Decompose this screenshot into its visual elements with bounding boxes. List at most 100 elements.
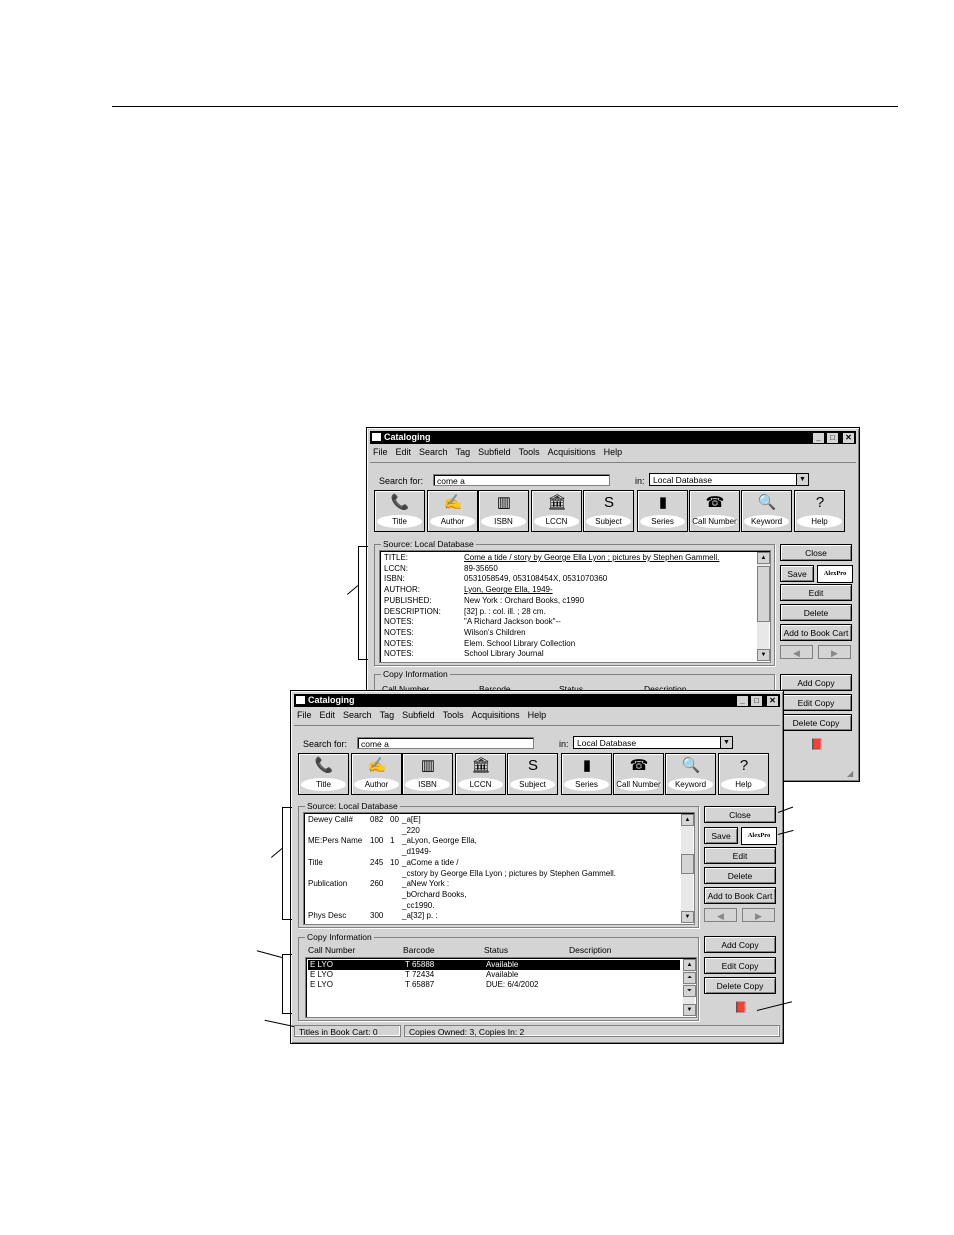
- record-display[interactable]: TITLE: Come a tide / story by George Ella…: [379, 550, 771, 663]
- scroll-down-icon[interactable]: ▼: [681, 911, 694, 923]
- delete-copy-button[interactable]: Delete Copy: [780, 714, 852, 731]
- title-bar[interactable]: Cataloging _ □ ✕: [370, 431, 856, 444]
- delete-button[interactable]: Delete: [704, 867, 776, 884]
- subject-search-button[interactable]: S Subject: [583, 490, 634, 532]
- record-key: NOTES:: [384, 638, 414, 648]
- title-search-button[interactable]: 📞 Title: [298, 753, 349, 795]
- menu-acquisitions[interactable]: Acquisitions: [472, 710, 520, 720]
- scroll-thumb[interactable]: [757, 566, 770, 622]
- chevron-down-icon[interactable]: ▼: [796, 474, 808, 485]
- help-button[interactable]: ? Help: [718, 753, 769, 795]
- scroll-down-icon[interactable]: ▼: [683, 1004, 696, 1016]
- previous-record-icon[interactable]: ◀: [704, 908, 737, 922]
- add-copy-button[interactable]: Add Copy: [780, 674, 852, 691]
- add-to-book-cart-button[interactable]: Add to Book Cart: [780, 624, 852, 641]
- close-icon[interactable]: ✕: [842, 432, 855, 444]
- menu-acquisitions[interactable]: Acquisitions: [548, 447, 596, 457]
- isbn-search-button[interactable]: ▥ ISBN: [402, 753, 453, 795]
- scroll-up-icon[interactable]: ▲: [757, 552, 770, 564]
- next-record-icon[interactable]: ▶: [818, 645, 851, 659]
- menu-subfield[interactable]: Subfield: [478, 447, 511, 457]
- series-search-button[interactable]: ▮ Series: [561, 753, 612, 795]
- close-button[interactable]: Close: [780, 544, 852, 561]
- menu-tag[interactable]: Tag: [456, 447, 471, 457]
- author-search-button[interactable]: ✍ Author: [351, 753, 402, 795]
- close-button[interactable]: Close: [704, 806, 776, 823]
- maximize-icon[interactable]: □: [826, 432, 839, 444]
- scroll-top-icon[interactable]: ⏶: [683, 972, 696, 984]
- keyword-search-button[interactable]: 🔍 Keyword: [665, 753, 716, 795]
- keyword-search-button[interactable]: 🔍 Keyword: [741, 490, 792, 532]
- marc-record-display[interactable]: Dewey Call# 082 00 _a[E] _220 ME:Pers Name 1…: [303, 812, 695, 925]
- scroll-down-icon[interactable]: ▼: [757, 649, 770, 661]
- menu-tools[interactable]: Tools: [519, 447, 540, 457]
- record-key: AUTHOR:: [384, 585, 420, 595]
- column-header-call-number[interactable]: Call Number: [308, 945, 355, 955]
- isbn-search-button[interactable]: ▥ ISBN: [478, 490, 529, 532]
- author-search-button[interactable]: ✍ Author: [427, 490, 478, 532]
- copy-row-selected[interactable]: E LYO T 65888 Available: [308, 960, 680, 970]
- call-number-search-button[interactable]: ☎ Call Number: [689, 490, 740, 532]
- close-icon[interactable]: ✕: [766, 695, 779, 707]
- scroll-thumb[interactable]: [681, 854, 694, 874]
- maximize-icon[interactable]: □: [750, 695, 763, 707]
- marc-scrollbar[interactable]: ▲ ▼: [681, 814, 694, 923]
- title-search-button[interactable]: 📞 Title: [374, 490, 425, 532]
- minimize-icon[interactable]: _: [736, 695, 749, 707]
- keyword-icon: 🔍: [757, 494, 777, 511]
- menu-help[interactable]: Help: [604, 447, 623, 457]
- copy-scrollbar[interactable]: ▲ ⏶ ⏷ ▼: [683, 959, 696, 1016]
- lccn-search-button[interactable]: 🏛 LCCN: [531, 490, 582, 532]
- next-record-icon[interactable]: ▶: [742, 908, 775, 922]
- record-key: NOTES:: [384, 617, 414, 627]
- book-cart-icon[interactable]: 📕: [810, 738, 824, 751]
- add-to-book-cart-button[interactable]: Add to Book Cart: [704, 887, 776, 904]
- search-input[interactable]: come a: [433, 474, 610, 486]
- chevron-down-icon[interactable]: ▼: [720, 737, 732, 748]
- menu-search[interactable]: Search: [419, 447, 448, 457]
- series-icon: ▮: [582, 757, 592, 774]
- menu-file[interactable]: File: [373, 447, 388, 457]
- database-select[interactable]: Local Database ▼: [573, 736, 733, 749]
- menu-edit[interactable]: Edit: [320, 710, 336, 720]
- edit-copy-button[interactable]: Edit Copy: [780, 694, 852, 711]
- lccn-search-button[interactable]: 🏛 LCCN: [455, 753, 506, 795]
- save-button[interactable]: Save: [780, 565, 814, 582]
- menu-edit[interactable]: Edit: [396, 447, 412, 457]
- record-scrollbar[interactable]: ▲ ▼: [757, 552, 770, 661]
- cataloging-window-front[interactable]: Cataloging _ □ ✕ File Edit Search Tag Su…: [290, 690, 784, 1044]
- edit-button[interactable]: Edit: [704, 847, 776, 864]
- subject-search-button[interactable]: S Subject: [507, 753, 558, 795]
- edit-copy-button[interactable]: Edit Copy: [704, 957, 776, 974]
- menu-tools[interactable]: Tools: [443, 710, 464, 720]
- minimize-icon[interactable]: _: [812, 432, 825, 444]
- delete-button[interactable]: Delete: [780, 604, 852, 621]
- scroll-up-icon[interactable]: ▲: [681, 814, 694, 826]
- column-header-status[interactable]: Status: [484, 945, 508, 955]
- record-link[interactable]: Lyon, George Ella, 1949-: [464, 585, 553, 595]
- menu-search[interactable]: Search: [343, 710, 372, 720]
- title-bar[interactable]: Cataloging _ □ ✕: [294, 694, 780, 707]
- delete-copy-button[interactable]: Delete Copy: [704, 977, 776, 994]
- edit-button[interactable]: Edit: [780, 584, 852, 601]
- record-link[interactable]: Come a tide / story by George Ella Lyon …: [464, 553, 719, 563]
- previous-record-icon[interactable]: ◀: [780, 645, 813, 659]
- add-copy-button[interactable]: Add Copy: [704, 936, 776, 953]
- scroll-up-icon[interactable]: ▲: [683, 959, 696, 971]
- column-header-barcode[interactable]: Barcode: [403, 945, 435, 955]
- resize-grip-icon[interactable]: ◢: [847, 769, 857, 779]
- menu-subfield[interactable]: Subfield: [402, 710, 435, 720]
- search-input[interactable]: come a: [357, 737, 534, 749]
- menu-file[interactable]: File: [297, 710, 312, 720]
- copy-list[interactable]: E LYO T 65888 Available E LYO T 72434 Availa…: [305, 957, 697, 1018]
- database-select[interactable]: Local Database ▼: [649, 473, 809, 486]
- column-header-description[interactable]: Description: [569, 945, 612, 955]
- call-number-search-button[interactable]: ☎ Call Number: [613, 753, 664, 795]
- menu-help[interactable]: Help: [528, 710, 547, 720]
- menu-tag[interactable]: Tag: [380, 710, 395, 720]
- help-button[interactable]: ? Help: [794, 490, 845, 532]
- scroll-bottom-icon[interactable]: ⏷: [683, 985, 696, 997]
- save-button[interactable]: Save: [704, 827, 738, 844]
- book-cart-icon[interactable]: 📕: [734, 1001, 748, 1014]
- series-search-button[interactable]: ▮ Series: [637, 490, 688, 532]
